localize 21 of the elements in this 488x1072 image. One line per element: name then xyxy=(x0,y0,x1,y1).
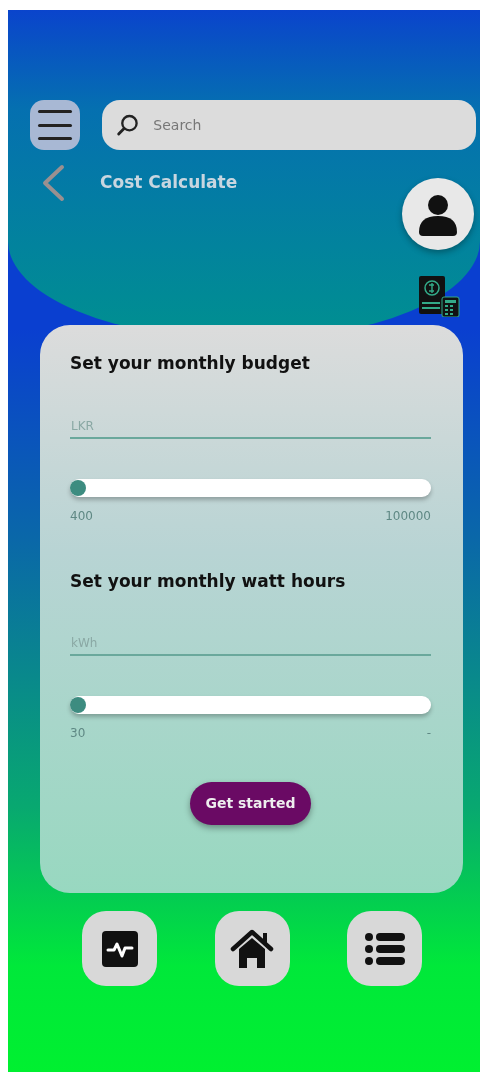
search-input: Search xyxy=(151,113,462,137)
list-button[interactable] xyxy=(347,911,422,986)
max-label: 100000 xyxy=(385,507,431,525)
min-label: 30 xyxy=(70,725,86,742)
input-field[interactable]: LKR xyxy=(70,414,431,439)
slider-track[interactable] xyxy=(70,696,431,714)
search-field[interactable]: Search xyxy=(102,100,476,150)
section-heading: Set your monthly budget xyxy=(70,352,311,375)
slider-track[interactable] xyxy=(70,478,431,497)
search-icon xyxy=(116,112,140,138)
page-title: Cost Calculate xyxy=(100,171,238,194)
slider-thumb[interactable] xyxy=(70,479,86,496)
menu-button[interactable] xyxy=(30,100,80,150)
activity-button[interactable] xyxy=(82,911,157,986)
calculator-icon xyxy=(418,275,460,317)
slider-thumb[interactable] xyxy=(70,697,86,713)
home-button[interactable] xyxy=(214,911,290,986)
section-heading: Set your monthly watt hours xyxy=(70,569,347,593)
get-started-button[interactable]: Get started xyxy=(190,782,311,825)
max-label: - xyxy=(426,725,431,742)
min-label: 400 xyxy=(70,507,93,525)
